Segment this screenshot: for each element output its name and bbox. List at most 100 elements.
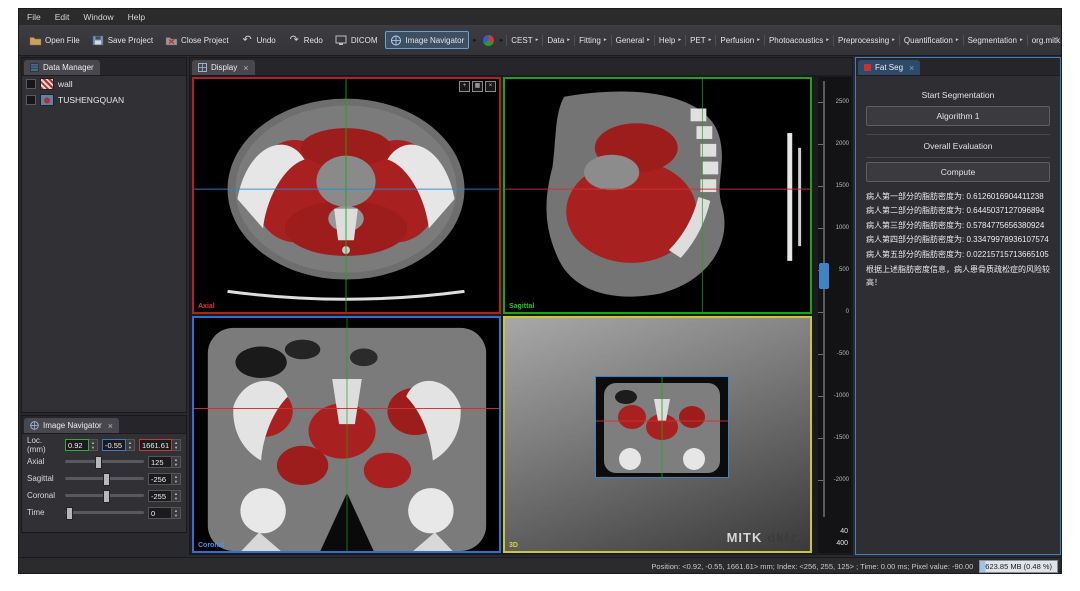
toolbar-menu-help[interactable]: Help▸ bbox=[654, 35, 685, 46]
spin-arrows-icon[interactable]: ▲▼ bbox=[172, 490, 181, 502]
menu-help[interactable]: Help bbox=[128, 12, 145, 22]
compute-button[interactable]: Compute bbox=[866, 162, 1050, 182]
level-window-track[interactable] bbox=[823, 81, 825, 517]
toolbar-menu-quantification[interactable]: Quantification▸ bbox=[899, 35, 963, 46]
toolbar-menu-fitting[interactable]: Fitting▸ bbox=[574, 35, 611, 46]
threed-view[interactable]: MITKdkfz. 3D bbox=[503, 316, 812, 553]
menu-window[interactable]: Window bbox=[83, 12, 113, 22]
image-navigator-icon bbox=[390, 34, 403, 46]
time-spinbox[interactable]: 0▲▼ bbox=[148, 507, 181, 519]
toolbar-menu-example-views[interactable]: org.mitk.views.example...▸ bbox=[1027, 35, 1061, 46]
coronal-spinbox[interactable]: -255▲▼ bbox=[148, 490, 181, 502]
spin-arrows-icon[interactable]: ▲▼ bbox=[172, 507, 181, 519]
save-project-button[interactable]: Save Project bbox=[87, 31, 158, 49]
lw-tick-label: -500 bbox=[827, 351, 849, 357]
lw-tick-label: -2000 bbox=[827, 477, 849, 483]
display-icon bbox=[198, 63, 207, 72]
spin-arrows-icon[interactable]: ▲▼ bbox=[89, 439, 98, 451]
menu-file[interactable]: File bbox=[27, 12, 41, 22]
image-navigator-panel-icon bbox=[30, 421, 39, 430]
menu-edit[interactable]: Edit bbox=[55, 12, 70, 22]
fat-density-results: 病人第一部分的脂肪密度为: 0.6126016904411238 病人第二部分的… bbox=[866, 190, 1050, 262]
level-value: 40 bbox=[822, 528, 848, 535]
toolbar-menu-photoacoustics[interactable]: Photoacoustics▸ bbox=[764, 35, 833, 46]
save-icon bbox=[92, 34, 105, 46]
menu-bar: File Edit Window Help bbox=[19, 9, 1061, 26]
loc-z-spinbox[interactable]: 1661.61▲▼ bbox=[139, 439, 181, 451]
undo-button[interactable]: ↶ Undo bbox=[236, 31, 281, 49]
visibility-checkbox[interactable] bbox=[26, 95, 36, 105]
toolbar-overflow-icon: ▸ bbox=[500, 36, 504, 44]
data-node-tushengquan[interactable]: TUSHENGQUAN bbox=[22, 92, 186, 108]
algorithm-1-button[interactable]: Algorithm 1 bbox=[866, 106, 1050, 126]
result-line: 病人第五部分的脂肪密度为: 0.02215715713665105 bbox=[866, 248, 1050, 262]
time-slider[interactable] bbox=[65, 511, 144, 514]
layout-icon[interactable]: ▦ bbox=[472, 81, 483, 92]
close-icon[interactable]: × bbox=[243, 63, 248, 73]
threed-view-label: 3D bbox=[509, 542, 518, 549]
lw-tick-label: 0 bbox=[827, 309, 849, 315]
fat-seg-icon bbox=[864, 64, 871, 71]
coronal-view[interactable]: Coronal bbox=[192, 316, 501, 553]
redo-icon: ↷ bbox=[288, 34, 301, 46]
sagittal-spinbox[interactable]: -256▲▼ bbox=[148, 473, 181, 485]
slider-handle[interactable] bbox=[95, 456, 102, 469]
tab-data-manager[interactable]: Data Manager bbox=[24, 60, 100, 75]
crosshair-toggle-icon[interactable]: + bbox=[459, 81, 470, 92]
toolbar-menu-general[interactable]: General▸ bbox=[611, 35, 654, 46]
sagittal-view-label: Sagittal bbox=[509, 303, 534, 310]
coronal-slider-label: Coronal bbox=[27, 491, 61, 500]
dicom-icon bbox=[335, 34, 348, 46]
display-panel: Display × bbox=[189, 57, 853, 555]
close-icon[interactable]: × bbox=[108, 421, 113, 431]
redo-button[interactable]: ↷ Redo bbox=[283, 31, 328, 49]
toolbar-menu-perfusion[interactable]: Perfusion▸ bbox=[715, 35, 764, 46]
slider-handle[interactable] bbox=[103, 473, 110, 486]
spin-arrows-icon[interactable]: ▲▼ bbox=[172, 456, 181, 468]
coronal-slider[interactable] bbox=[65, 494, 144, 497]
slider-handle[interactable] bbox=[66, 507, 73, 520]
axial-ct-image bbox=[194, 79, 499, 312]
spin-arrows-icon[interactable]: ▲▼ bbox=[126, 439, 135, 451]
visibility-checkbox[interactable] bbox=[26, 79, 36, 89]
sagittal-view[interactable]: Sagittal bbox=[503, 77, 812, 314]
axial-slider[interactable] bbox=[65, 460, 144, 463]
sagittal-slider[interactable] bbox=[65, 477, 144, 480]
loc-x-spinbox[interactable]: 0.92▲▼ bbox=[65, 439, 98, 451]
separator bbox=[866, 157, 1050, 158]
view-settings-icon[interactable]: × bbox=[485, 81, 496, 92]
close-icon[interactable]: × bbox=[909, 63, 914, 73]
lw-tick-label: -1500 bbox=[827, 435, 849, 441]
tab-image-navigator[interactable]: Image Navigator × bbox=[24, 418, 119, 433]
open-file-button[interactable]: Open File bbox=[24, 31, 85, 49]
dkfz-logo: dkfz. bbox=[767, 530, 802, 545]
toolbar-menu-segmentation[interactable]: Segmentation▸ bbox=[963, 35, 1027, 46]
toolbar-menu-data[interactable]: Data▸ bbox=[542, 35, 574, 46]
axial-spinbox[interactable]: 125▲▼ bbox=[148, 456, 181, 468]
data-node-wall[interactable]: wall bbox=[22, 76, 186, 92]
threed-slice-plane bbox=[595, 376, 729, 478]
chevron-right-icon: ▸ bbox=[647, 37, 650, 43]
result-line: 病人第三部分的脂肪密度为: 0.5784775656380924 bbox=[866, 219, 1050, 233]
slider-handle[interactable] bbox=[103, 490, 110, 503]
toolbar-menu-preprocessing[interactable]: Preprocessing▸ bbox=[833, 35, 899, 46]
loc-y-spinbox[interactable]: -0.55▲▼ bbox=[102, 439, 135, 451]
view-toolbar: + ▦ × bbox=[459, 81, 496, 92]
axial-slider-label: Axial bbox=[27, 457, 61, 466]
chevron-right-icon: ▸ bbox=[1020, 37, 1023, 43]
lw-tick-label: 2000 bbox=[827, 141, 849, 147]
toolbar-menu-cest[interactable]: CEST▸ bbox=[506, 35, 542, 46]
coronal-view-label: Coronal bbox=[198, 542, 224, 549]
spin-arrows-icon[interactable]: ▲▼ bbox=[172, 473, 181, 485]
chevron-right-icon: ▸ bbox=[709, 37, 712, 43]
image-navigator-button[interactable]: Image Navigator bbox=[385, 31, 470, 49]
close-project-button[interactable]: Close Project bbox=[160, 31, 234, 49]
tab-display[interactable]: Display × bbox=[192, 60, 255, 75]
watermark: MITKdkfz. bbox=[727, 530, 802, 545]
axial-view[interactable]: + ▦ × Axial bbox=[192, 77, 501, 314]
tab-fat-seg[interactable]: Fat Seg × bbox=[858, 60, 920, 75]
toolbar-menu-pet[interactable]: PET▸ bbox=[685, 35, 715, 46]
dicom-button[interactable]: DICOM bbox=[330, 31, 383, 49]
color-palette-icon[interactable] bbox=[483, 35, 494, 46]
spin-arrows-icon[interactable]: ▲▼ bbox=[172, 439, 181, 451]
